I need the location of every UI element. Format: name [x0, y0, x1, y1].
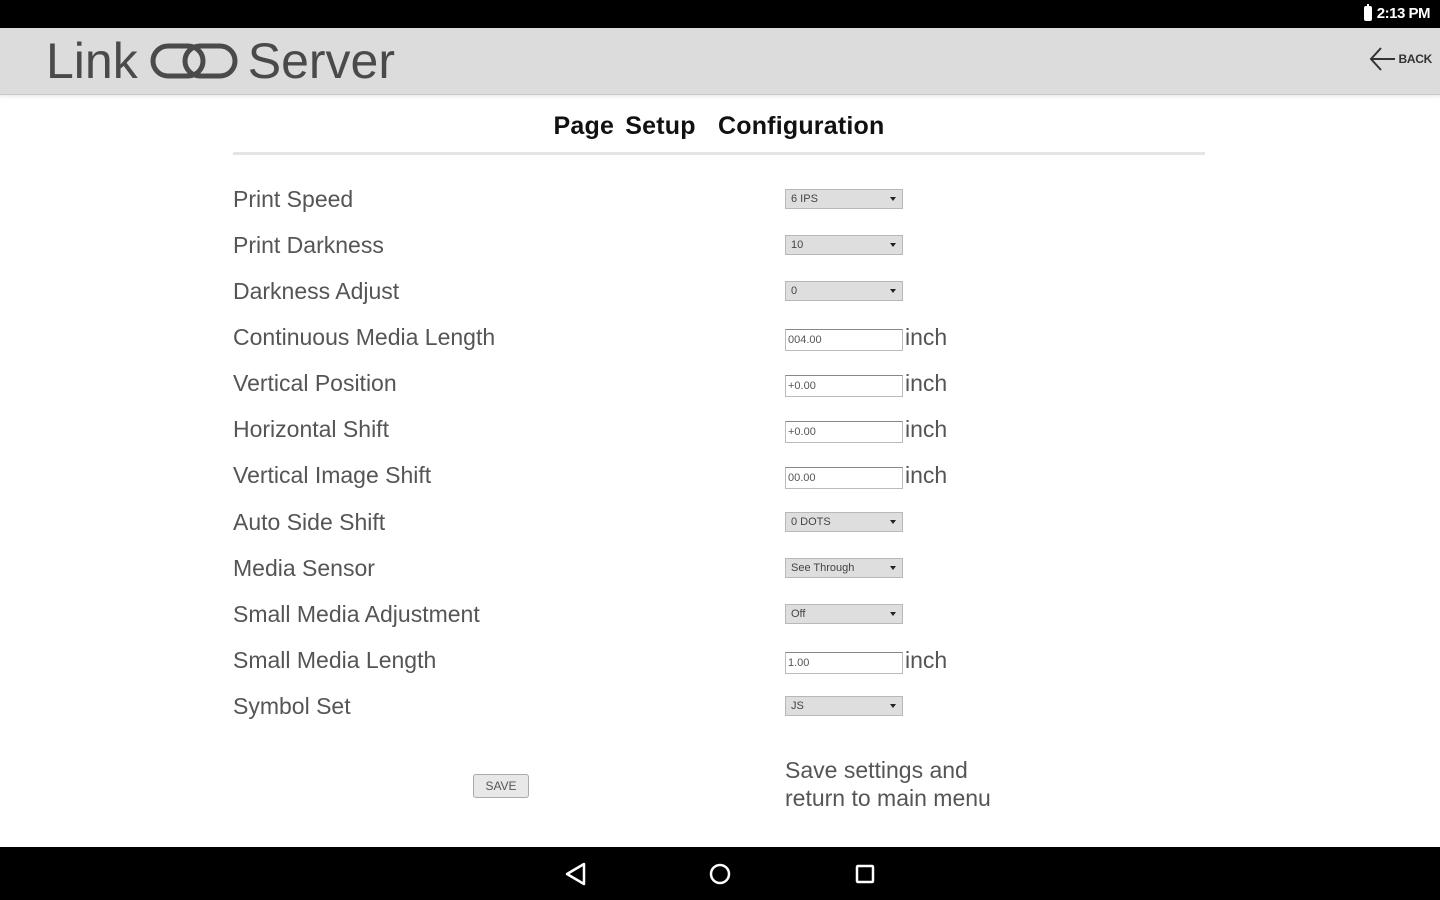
row-horizontal-shift: Horizontal Shift +0.00 inch [233, 414, 1205, 460]
print-darkness-select[interactable]: 10 [785, 235, 903, 255]
symbol-set-select[interactable]: JS [785, 696, 903, 716]
unit-label: inch [905, 324, 948, 350]
symbol-set-value: JS [791, 700, 804, 712]
unit-label: inch [905, 462, 948, 488]
save-note-line2: return to main menu [785, 785, 991, 811]
unit-label: inch [905, 370, 948, 396]
row-media-sensor: Media Sensor See Through [233, 553, 1205, 599]
brand-right-text: Server [247, 33, 395, 89]
small-media-adjustment-select[interactable]: Off [785, 604, 903, 624]
brand-left-text: Link [46, 33, 138, 89]
system-nav-bar [0, 847, 1440, 900]
symbol-set-label: Symbol Set [233, 693, 351, 719]
dropdown-arrow-icon [890, 612, 896, 616]
small-media-adjustment-label: Small Media Adjustment [233, 601, 480, 627]
continuous-media-length-input[interactable]: 004.00 [785, 329, 903, 351]
status-bar: 2:13 PM [0, 0, 1440, 28]
small-media-length-input[interactable]: 1.00 [785, 652, 903, 674]
dropdown-arrow-icon [890, 520, 896, 524]
back-label: BACK [1398, 52, 1433, 66]
horizontal-shift-label: Horizontal Shift [233, 416, 389, 442]
row-auto-side-shift: Auto Side Shift 0 DOTS [233, 507, 1205, 553]
vertical-image-shift-input[interactable]: 00.00 [785, 467, 903, 489]
nav-recents-icon[interactable] [851, 860, 879, 888]
row-symbol-set: Symbol Set JS [233, 691, 1205, 737]
vertical-position-label: Vertical Position [233, 370, 397, 396]
continuous-media-length-label: Continuous Media Length [233, 324, 496, 350]
save-note: Save settings and return to main menu [785, 756, 991, 812]
print-darkness-value: 10 [791, 239, 804, 251]
print-speed-label: Print Speed [233, 186, 354, 212]
dropdown-arrow-icon [890, 197, 896, 201]
arrow-left-icon [1369, 47, 1395, 71]
media-sensor-select[interactable]: See Through [785, 558, 903, 578]
horizontal-shift-input[interactable]: +0.00 [785, 421, 903, 443]
small-media-length-label: Small Media Length [233, 647, 437, 673]
title-divider [233, 152, 1205, 155]
status-time: 2:13 PM [1376, 5, 1431, 22]
battery-icon [1363, 4, 1372, 21]
unit-label: inch [905, 416, 948, 442]
auto-side-shift-label: Auto Side Shift [233, 509, 386, 535]
dropdown-arrow-icon [890, 704, 896, 708]
back-button[interactable]: BACK [1367, 44, 1432, 74]
auto-side-shift-value: 0 DOTS [791, 516, 831, 528]
app-bar: Link Server BACK [0, 28, 1440, 95]
save-button[interactable]: SAVE [473, 774, 529, 798]
print-speed-select[interactable]: 6 IPS [785, 189, 903, 209]
status-right: 2:13 PM [1363, 4, 1431, 22]
row-small-media-adjustment: Small Media Adjustment Off [233, 599, 1205, 645]
small-media-adjustment-value: Off [791, 608, 806, 620]
row-small-media-length: Small Media Length 1.00 inch [233, 645, 1205, 691]
brand-logo: Link Server [46, 34, 395, 88]
vertical-image-shift-label: Vertical Image Shift [233, 462, 432, 488]
dropdown-arrow-icon [890, 289, 896, 293]
darkness-adjust-value: 0 [791, 285, 798, 297]
row-print-darkness: Print Darkness 10 [233, 230, 1205, 276]
darkness-adjust-select[interactable]: 0 [785, 281, 903, 301]
row-vertical-image-shift: Vertical Image Shift 00.00 inch [233, 460, 1205, 506]
row-vertical-position: Vertical Position +0.00 inch [233, 368, 1205, 414]
dropdown-arrow-icon [890, 243, 896, 247]
dropdown-arrow-icon [890, 566, 896, 570]
save-note-line1: Save settings and [785, 757, 968, 783]
row-continuous-media-length: Continuous Media Length 004.00 inch [233, 322, 1205, 368]
print-darkness-label: Print Darkness [233, 232, 384, 258]
print-speed-value: 6 IPS [791, 193, 818, 205]
page-title: Page Setup Configuration [553, 112, 885, 140]
media-sensor-value: See Through [791, 562, 855, 574]
unit-label: inch [905, 647, 948, 673]
row-print-speed: Print Speed 6 IPS [233, 184, 1205, 230]
media-sensor-label: Media Sensor [233, 555, 375, 581]
page-setup-panel: Page Setup Configuration Print Speed 6 I… [233, 94, 1205, 811]
nav-back-icon[interactable] [562, 860, 590, 888]
darkness-adjust-label: Darkness Adjust [233, 278, 400, 304]
chain-link-icon [150, 43, 238, 79]
auto-side-shift-select[interactable]: 0 DOTS [785, 512, 903, 532]
vertical-position-input[interactable]: +0.00 [785, 375, 903, 397]
nav-home-icon[interactable] [706, 860, 734, 888]
row-darkness-adjust: Darkness Adjust 0 [233, 276, 1205, 322]
